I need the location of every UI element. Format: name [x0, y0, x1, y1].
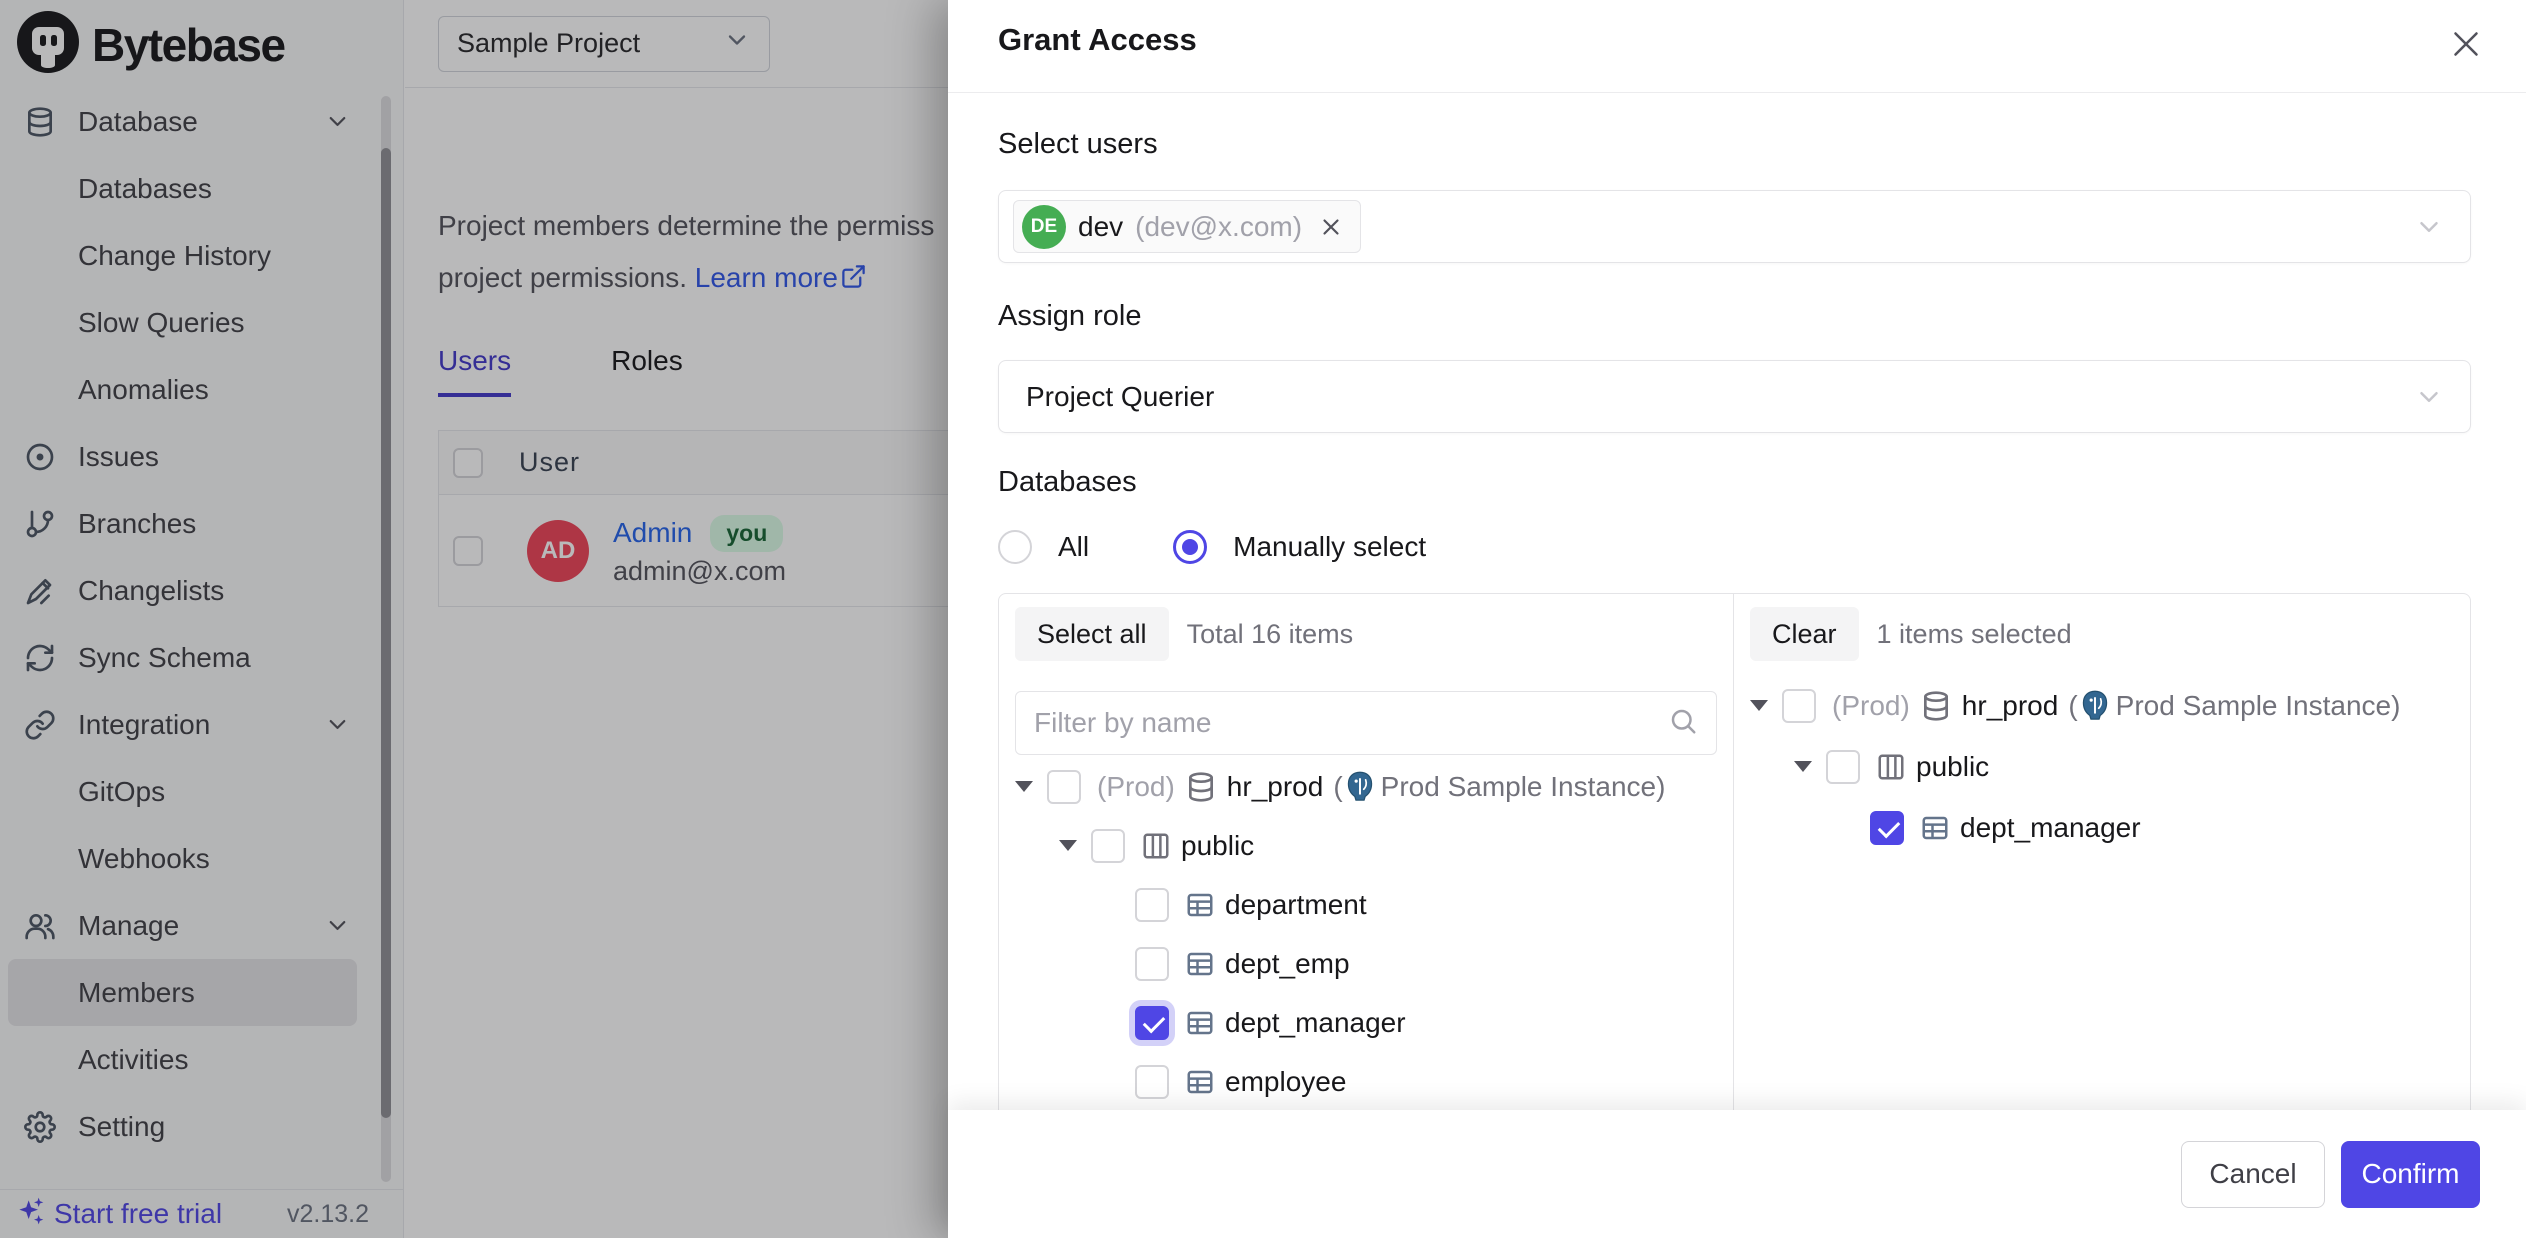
- instance-paren: (: [2068, 690, 2077, 722]
- schema-icon: [1141, 831, 1171, 861]
- chip-user-email: (dev@x.com): [1135, 211, 1302, 243]
- database-icon: [1920, 690, 1952, 722]
- filter-input[interactable]: [1034, 707, 1668, 739]
- tree-row: dept_manager: [1015, 993, 1717, 1052]
- assign-role-label: Assign role: [998, 300, 1141, 333]
- tree-row: (Prod) hr_prod ( Prod Sample Instance): [1750, 675, 2454, 736]
- database-transfer-panel: Select all Total 16 items (Prod)hr_prod(…: [998, 593, 2471, 1113]
- tree-checkbox[interactable]: [1870, 811, 1904, 845]
- database-selected-pane: Clear 1 items selected (Prod)hr_prod(Pro…: [1734, 594, 2470, 1113]
- tree-checkbox[interactable]: [1135, 888, 1169, 922]
- tree-node-name: hr_prod: [1227, 771, 1324, 803]
- tree-checkbox[interactable]: [1091, 829, 1125, 863]
- table-icon: [1185, 1067, 1215, 1097]
- search-icon: [1668, 706, 1698, 741]
- modal-body: Select users DE dev (dev@x.com) Assign r…: [998, 93, 2471, 1238]
- tree-node-name: dept_manager: [1225, 1007, 1406, 1039]
- tree-row: public: [1015, 816, 1717, 875]
- tree-node-name: employee: [1225, 1066, 1346, 1098]
- radio-all[interactable]: [998, 530, 1032, 564]
- radio-manual-label: Manually select: [1233, 531, 1426, 563]
- selected-count-label: 1 items selected: [1877, 619, 2072, 650]
- radio-manually-select[interactable]: [1173, 530, 1207, 564]
- tree-row: employee: [1015, 1052, 1717, 1111]
- cancel-button[interactable]: Cancel: [2181, 1141, 2325, 1208]
- app-window: Bytebase DatabaseDatabasesChange History…: [0, 0, 2526, 1238]
- clear-button[interactable]: Clear: [1750, 607, 1859, 661]
- tree-row: (Prod) hr_prod ( Prod Sample Instance): [1015, 757, 1717, 816]
- chevron-down-icon: [2414, 382, 2444, 412]
- table-icon: [1920, 813, 1950, 843]
- modal-footer: Cancel Confirm: [948, 1110, 2526, 1238]
- chevron-down-icon: [2414, 212, 2444, 242]
- tree-checkbox[interactable]: [1135, 1006, 1169, 1040]
- filter-box: [1015, 691, 1717, 755]
- caret-down-icon[interactable]: [1059, 840, 1077, 851]
- avatar: DE: [1022, 205, 1066, 249]
- assign-role-select[interactable]: Project Querier: [998, 360, 2471, 433]
- select-users-input[interactable]: DE dev (dev@x.com): [998, 190, 2471, 263]
- instance-paren: (: [1333, 771, 1342, 803]
- table-icon: [1185, 949, 1215, 979]
- source-tree: (Prod) hr_prod ( Prod Sample Instance) publi…: [1015, 757, 1717, 1111]
- postgres-icon: [1345, 771, 1375, 803]
- tree-node-name: hr_prod: [1962, 690, 2059, 722]
- database-scope-radios: All Manually select: [998, 530, 1426, 564]
- tree-checkbox[interactable]: [1135, 1065, 1169, 1099]
- modal-header: Grant Access: [948, 0, 2526, 93]
- tree-node-name: public: [1916, 751, 1989, 783]
- env-prefix: (Prod): [1832, 690, 1910, 722]
- table-icon: [1185, 890, 1215, 920]
- total-items-label: Total 16 items: [1187, 619, 1354, 650]
- tree-node-name: dept_manager: [1960, 812, 2141, 844]
- radio-all-label: All: [1058, 531, 1089, 563]
- chip-user-name: dev: [1078, 211, 1123, 243]
- tree-row: dept_manager: [1750, 797, 2454, 858]
- tree-node-name: department: [1225, 889, 1367, 921]
- select-all-button[interactable]: Select all: [1015, 607, 1169, 661]
- tree-node-name: public: [1181, 830, 1254, 862]
- modal-title: Grant Access: [998, 22, 1197, 58]
- tree-checkbox[interactable]: [1826, 750, 1860, 784]
- database-source-pane: Select all Total 16 items (Prod)hr_prod(…: [999, 594, 1734, 1113]
- database-icon: [1185, 771, 1217, 803]
- select-users-label: Select users: [998, 128, 1158, 161]
- tree-row: department: [1015, 875, 1717, 934]
- schema-icon: [1876, 752, 1906, 782]
- tree-checkbox[interactable]: [1047, 770, 1081, 804]
- remove-user-icon[interactable]: [1318, 214, 1344, 240]
- table-icon: [1185, 1008, 1215, 1038]
- instance-name: Prod Sample Instance): [1381, 771, 1666, 803]
- instance-name: Prod Sample Instance): [2116, 690, 2401, 722]
- tree-checkbox[interactable]: [1782, 689, 1816, 723]
- grant-access-modal: Grant Access Select users DE dev (dev@x.…: [948, 0, 2526, 1238]
- tree-node-name: dept_emp: [1225, 948, 1350, 980]
- databases-label: Databases: [998, 466, 1137, 499]
- confirm-button[interactable]: Confirm: [2341, 1141, 2480, 1208]
- postgres-icon: [2080, 690, 2110, 722]
- tree-checkbox[interactable]: [1135, 947, 1169, 981]
- tree-row: public: [1750, 736, 2454, 797]
- selected-tree: (Prod) hr_prod ( Prod Sample Instance) publi…: [1750, 675, 2454, 858]
- tree-row: dept_emp: [1015, 934, 1717, 993]
- caret-down-icon[interactable]: [1794, 761, 1812, 772]
- selected-user-chip: DE dev (dev@x.com): [1013, 200, 1361, 253]
- close-icon[interactable]: [2444, 22, 2488, 66]
- caret-down-icon[interactable]: [1750, 700, 1768, 711]
- assign-role-value: Project Querier: [1026, 381, 1214, 413]
- env-prefix: (Prod): [1097, 771, 1175, 803]
- caret-down-icon[interactable]: [1015, 781, 1033, 792]
